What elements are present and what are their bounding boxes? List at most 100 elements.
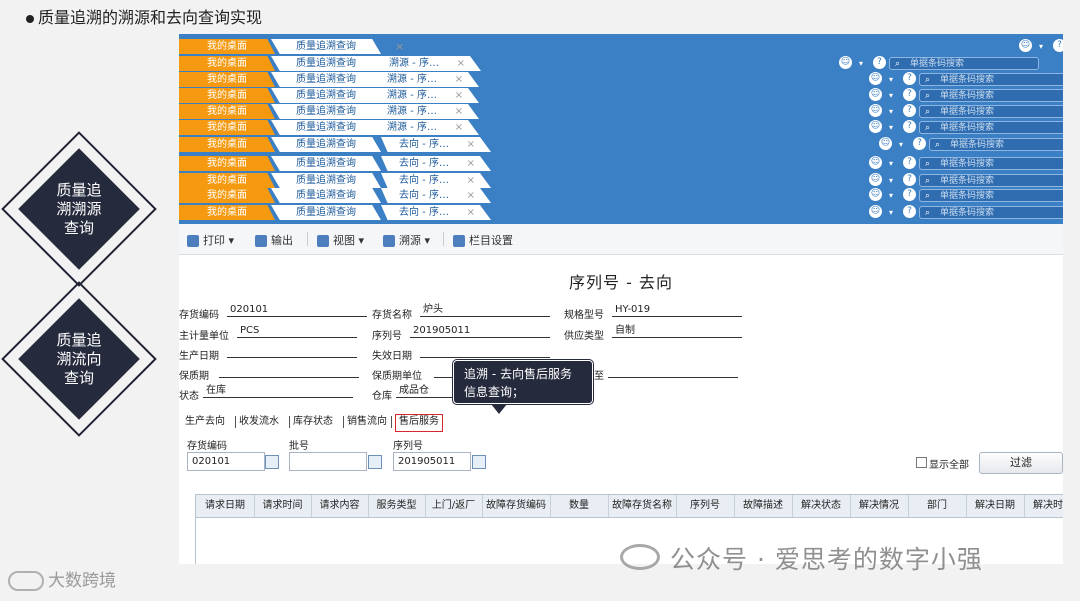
- barcode-search-input[interactable]: ⌕ 单据条码搜索: [889, 57, 1039, 70]
- close-icon[interactable]: ×: [467, 188, 475, 203]
- tab-trace-detail[interactable]: 去向 - 序… ×: [381, 205, 491, 220]
- column-header[interactable]: 请求日期: [196, 495, 255, 517]
- column-header[interactable]: 故障描述: [734, 495, 793, 517]
- tab-quality-trace[interactable]: 质量追溯查询: [271, 120, 381, 135]
- chevron-down-icon[interactable]: ▾: [859, 56, 863, 71]
- barcode-search-input[interactable]: ⌕ 单据条码搜索: [919, 206, 1063, 219]
- tab-trace-detail[interactable]: 溯源 - 序… ×: [371, 56, 481, 71]
- view-button[interactable]: 视图 ▾: [317, 232, 364, 248]
- barcode-search-input[interactable]: ⌕ 单据条码搜索: [919, 157, 1063, 170]
- tab-my-desktop[interactable]: 我的桌面: [179, 56, 275, 71]
- help-icon[interactable]: ?: [903, 156, 916, 169]
- user-icon[interactable]: ☺: [879, 137, 892, 150]
- tab-quality-trace[interactable]: 质量追溯查询: [271, 156, 381, 171]
- help-icon[interactable]: ?: [903, 104, 916, 117]
- barcode-search-input[interactable]: ⌕ 单据条码搜索: [919, 89, 1063, 102]
- tab-trace-detail[interactable]: 溯源 - 序… ×: [369, 72, 479, 87]
- barcode-search-input[interactable]: ⌕ 单据条码搜索: [919, 73, 1063, 86]
- column-header[interactable]: 解决状态: [792, 495, 851, 517]
- tab-my-desktop[interactable]: 我的桌面: [179, 156, 275, 171]
- show-all-checkbox[interactable]: [916, 457, 927, 468]
- column-header[interactable]: 服务类型: [368, 495, 426, 517]
- user-icon[interactable]: ☺: [869, 156, 882, 169]
- calendar-icon[interactable]: [368, 455, 382, 469]
- chevron-down-icon[interactable]: ▾: [889, 173, 893, 188]
- serial-input[interactable]: 201905011: [393, 452, 471, 471]
- export-button[interactable]: 输出: [255, 232, 293, 248]
- tab-quality-trace[interactable]: 质量追溯查询: [271, 56, 381, 71]
- tab-my-desktop[interactable]: 我的桌面: [179, 137, 275, 152]
- column-header[interactable]: 故障存货名称: [608, 495, 677, 517]
- column-header[interactable]: 请求时间: [254, 495, 312, 517]
- chevron-down-icon[interactable]: ▾: [889, 205, 893, 220]
- tab-trace-detail[interactable]: 去向 - 序… ×: [381, 156, 491, 171]
- tab-my-desktop[interactable]: 我的桌面: [179, 88, 275, 103]
- tab-my-desktop[interactable]: 我的桌面: [179, 39, 275, 54]
- tab-trace-detail[interactable]: 溯源 - 序… ×: [369, 120, 479, 135]
- calendar-icon[interactable]: [472, 455, 486, 469]
- item-code-input[interactable]: 020101: [187, 452, 265, 471]
- subtab-2[interactable]: 库存状态: [293, 414, 333, 430]
- tab-my-desktop[interactable]: 我的桌面: [179, 173, 275, 188]
- barcode-search-input[interactable]: ⌕ 单据条码搜索: [919, 174, 1063, 187]
- help-icon[interactable]: ?: [903, 88, 916, 101]
- close-icon[interactable]: ×: [455, 120, 463, 135]
- close-icon[interactable]: ×: [455, 72, 463, 87]
- user-icon[interactable]: ☺: [869, 188, 882, 201]
- help-icon[interactable]: ?: [903, 120, 916, 133]
- user-icon[interactable]: ☺: [1019, 39, 1032, 52]
- tab-quality-trace[interactable]: 质量追溯查询: [271, 88, 381, 103]
- barcode-search-input[interactable]: ⌕ 单据条码搜索: [919, 105, 1063, 118]
- tab-my-desktop[interactable]: 我的桌面: [179, 205, 275, 220]
- column-settings-button[interactable]: 栏目设置: [453, 232, 513, 248]
- tab-quality-trace[interactable]: 质量追溯查询: [271, 173, 381, 188]
- help-icon[interactable]: ?: [903, 72, 916, 85]
- column-header[interactable]: 故障存货编码: [482, 495, 551, 517]
- chevron-down-icon[interactable]: ▾: [889, 72, 893, 87]
- column-header[interactable]: 数量: [550, 495, 609, 517]
- tab-quality-trace[interactable]: 质量追溯查询: [271, 104, 381, 119]
- close-icon[interactable]: ×: [467, 205, 475, 220]
- tab-quality-trace[interactable]: 质量追溯查询: [271, 72, 381, 87]
- close-icon[interactable]: ×: [467, 137, 475, 152]
- print-button[interactable]: 打印 ▾: [187, 232, 234, 248]
- user-icon[interactable]: ☺: [869, 104, 882, 117]
- close-icon[interactable]: ×: [467, 156, 475, 171]
- chevron-down-icon[interactable]: ▾: [889, 120, 893, 135]
- user-icon[interactable]: ☺: [869, 120, 882, 133]
- column-header[interactable]: 序列号: [676, 495, 735, 517]
- barcode-search-input[interactable]: ⌕ 单据条码搜索: [919, 121, 1063, 134]
- trace-source-button[interactable]: 溯源 ▾: [383, 232, 430, 248]
- user-icon[interactable]: ☺: [869, 88, 882, 101]
- help-icon[interactable]: ?: [873, 56, 886, 69]
- batch-input[interactable]: [289, 452, 367, 471]
- tab-quality-trace[interactable]: 质量追溯查询: [271, 205, 381, 220]
- user-icon[interactable]: ☺: [869, 173, 882, 186]
- help-icon[interactable]: ?: [1053, 39, 1063, 52]
- chevron-down-icon[interactable]: ▾: [899, 137, 903, 152]
- tab-quality-trace[interactable]: 质量追溯查询: [271, 39, 381, 54]
- tab-my-desktop[interactable]: 我的桌面: [179, 120, 275, 135]
- subtab-3[interactable]: 销售流向: [347, 414, 387, 430]
- tab-trace-detail[interactable]: 溯源 - 序… ×: [369, 88, 479, 103]
- close-icon[interactable]: ×: [455, 104, 463, 119]
- tab-trace-detail[interactable]: 溯源 - 序… ×: [369, 104, 479, 119]
- close-icon[interactable]: ×: [395, 40, 404, 53]
- chevron-down-icon[interactable]: ▾: [889, 156, 893, 171]
- close-icon[interactable]: ×: [455, 88, 463, 103]
- barcode-search-input[interactable]: ⌕ 单据条码搜索: [919, 189, 1063, 202]
- barcode-search-input[interactable]: ⌕ 单据条码搜索: [929, 138, 1063, 151]
- user-icon[interactable]: ☺: [869, 72, 882, 85]
- tab-my-desktop[interactable]: 我的桌面: [179, 72, 275, 87]
- close-icon[interactable]: ×: [457, 56, 465, 71]
- help-icon[interactable]: ?: [903, 173, 916, 186]
- help-icon[interactable]: ?: [903, 188, 916, 201]
- chevron-down-icon[interactable]: ▾: [1039, 39, 1043, 54]
- close-icon[interactable]: ×: [467, 173, 475, 188]
- tab-quality-trace[interactable]: 质量追溯查询: [271, 137, 381, 152]
- column-header[interactable]: 上门/返厂: [425, 495, 483, 517]
- tab-trace-detail[interactable]: 去向 - 序… ×: [381, 137, 491, 152]
- tab-trace-detail[interactable]: 去向 - 序… ×: [381, 173, 491, 188]
- filter-button[interactable]: 过滤: [979, 452, 1063, 474]
- column-header[interactable]: 解决日期: [966, 495, 1025, 517]
